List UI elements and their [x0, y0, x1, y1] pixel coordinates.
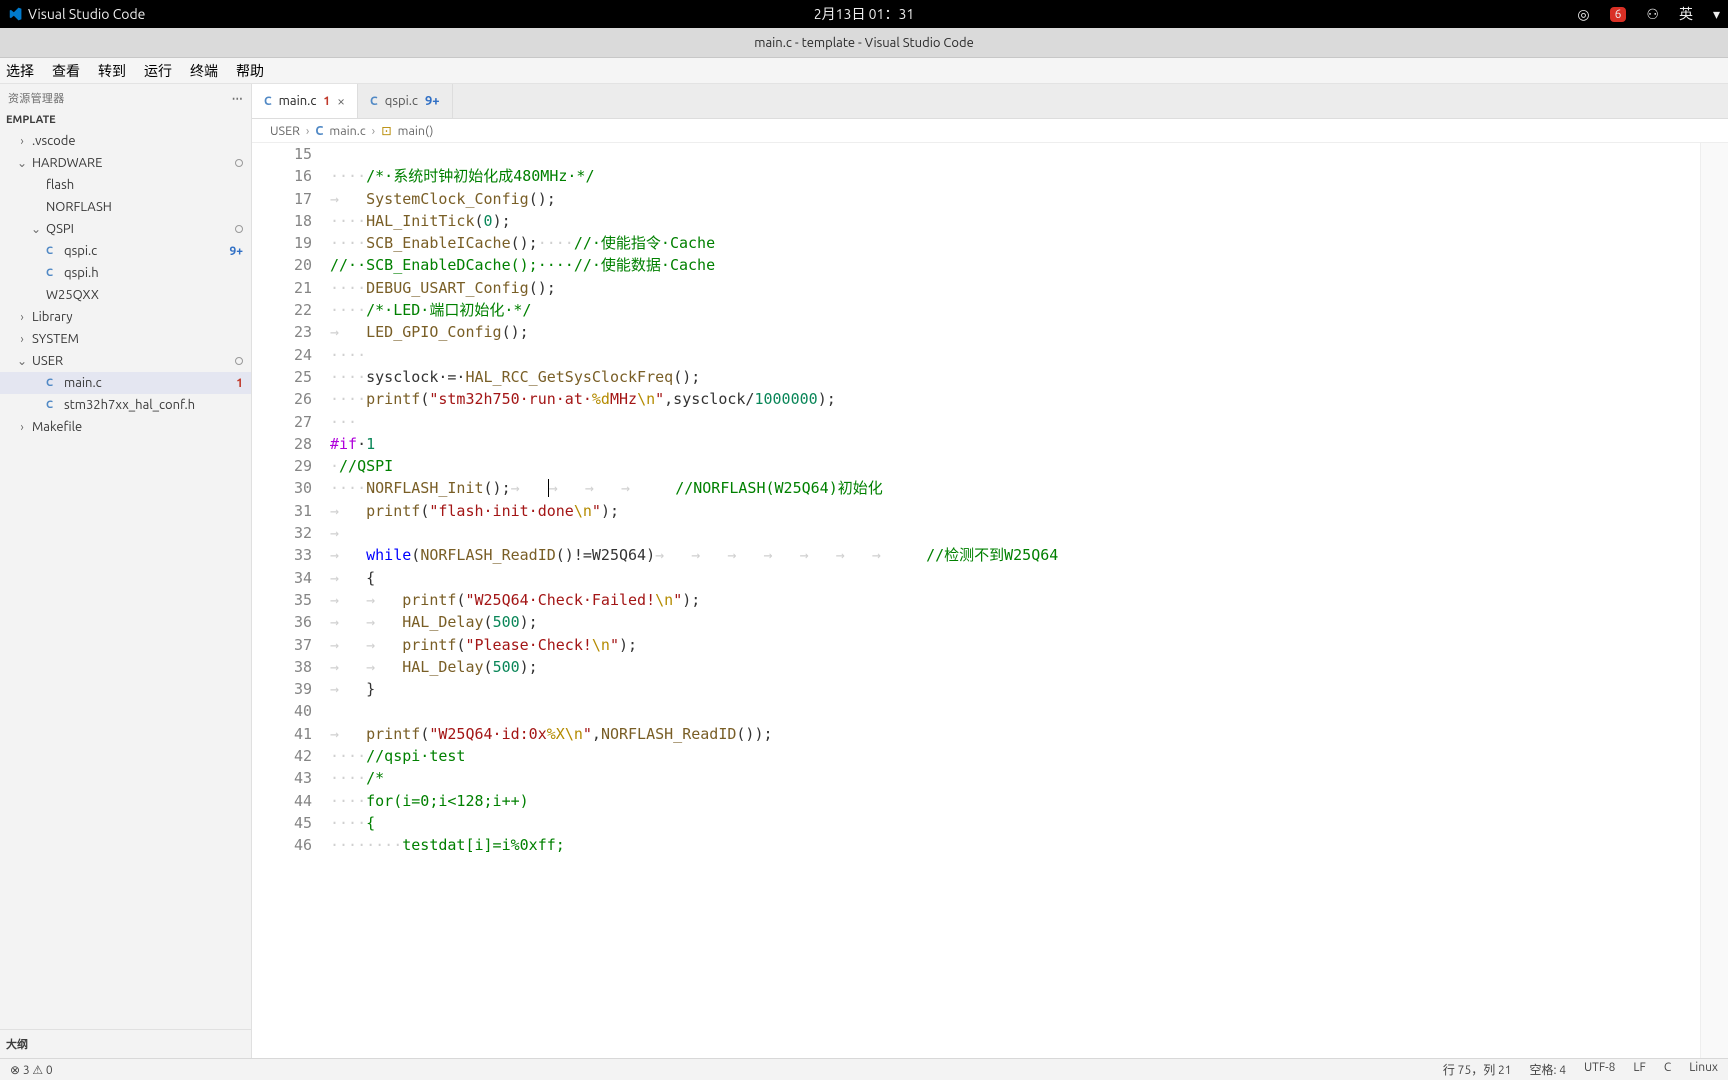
tree-item-user[interactable]: ⌄USER [0, 350, 251, 372]
status-spaces[interactable]: 空格: 4 [1530, 1061, 1566, 1078]
accessibility-icon[interactable]: ⚇ [1646, 6, 1659, 23]
code-lines[interactable]: ····/*·系统时钟初始化成480MHz·*/→ SystemClock_Co… [330, 143, 1728, 1058]
explorer-title: 资源管理器 [8, 90, 65, 106]
status-lang[interactable]: C [1664, 1061, 1671, 1078]
tree-item-qspi-h[interactable]: Cqspi.h [0, 262, 251, 284]
menu-view[interactable]: 查看 [52, 61, 80, 81]
c-file-icon: C [46, 399, 60, 411]
status-encoding[interactable]: UTF-8 [1584, 1061, 1615, 1078]
app-name: Visual Studio Code [28, 6, 145, 22]
tab-qspi-c[interactable]: C qspi.c 9+ [358, 84, 453, 118]
tree-item-makefile[interactable]: ›Makefile [0, 416, 251, 438]
tree-item-library[interactable]: ›Library [0, 306, 251, 328]
tree-item-norflash[interactable]: NORFLASH [0, 196, 251, 218]
c-file-icon: C [46, 377, 60, 389]
menu-select[interactable]: 选择 [6, 61, 34, 81]
breadcrumb-file[interactable]: main.c [329, 124, 365, 138]
menu-terminal[interactable]: 终端 [190, 61, 218, 81]
window-title: main.c - template - Visual Studio Code [0, 28, 1728, 58]
editor-area: C main.c 1 × C qspi.c 9+ USER › C main.c… [252, 84, 1728, 1058]
breadcrumb[interactable]: USER › C main.c › ⊡ main() [252, 119, 1728, 143]
tree-item-w25qxx[interactable]: W25QXX [0, 284, 251, 306]
tab-main-c[interactable]: C main.c 1 × [252, 84, 358, 118]
ime-indicator[interactable]: 英 [1679, 4, 1693, 24]
tree-item-system[interactable]: ›SYSTEM [0, 328, 251, 350]
c-file-icon: C [264, 95, 272, 108]
explorer-sidebar: 资源管理器 ⋯ EMPLATE ›.vscode⌄HARDWAREflashNO… [0, 84, 252, 1058]
file-tree: ›.vscode⌄HARDWAREflashNORFLASH⌄QSPICqspi… [0, 130, 251, 1029]
menu-bar[interactable]: 选择 查看 转到 运行 终端 帮助 [0, 58, 1728, 84]
code-editor[interactable]: 1516171819202122232425262728293031323334… [252, 143, 1728, 1058]
menu-run[interactable]: 运行 [144, 61, 172, 81]
c-file-icon: C [315, 124, 323, 138]
function-icon: ⊡ [381, 123, 391, 138]
minimap[interactable] [1700, 143, 1728, 1058]
breadcrumb-folder[interactable]: USER [270, 124, 300, 138]
status-cursor[interactable]: 行 75，列 21 [1443, 1061, 1512, 1078]
system-menu-bar: Visual Studio Code 2月13日 01：31 ◎ 6 ⚇ 英 ▾ [0, 0, 1728, 28]
notification-badge[interactable]: 6 [1610, 7, 1627, 22]
breadcrumb-symbol[interactable]: main() [398, 124, 434, 138]
status-eol[interactable]: LF [1633, 1061, 1645, 1078]
menu-help[interactable]: 帮助 [236, 61, 264, 81]
close-icon[interactable]: × [337, 93, 345, 109]
outline-section[interactable]: 大纲 [0, 1029, 251, 1058]
explorer-more-icon[interactable]: ⋯ [232, 92, 243, 105]
line-gutter: 1516171819202122232425262728293031323334… [252, 143, 330, 1058]
system-clock: 2月13日 01：31 [814, 4, 914, 24]
tree-item-hardware[interactable]: ⌄HARDWARE [0, 152, 251, 174]
status-errors[interactable]: ⊗ 3 ⚠ 0 [10, 1063, 53, 1077]
c-file-icon: C [46, 245, 60, 257]
tree-item-stm32h7xx-hal-conf-h[interactable]: Cstm32h7xx_hal_conf.h [0, 394, 251, 416]
statusbar: ⊗ 3 ⚠ 0 行 75，列 21 空格: 4 UTF-8 LF C Linux [0, 1058, 1728, 1080]
c-file-icon: C [46, 267, 60, 279]
tree-item--vscode[interactable]: ›.vscode [0, 130, 251, 152]
tree-item-qspi-c[interactable]: Cqspi.c9+ [0, 240, 251, 262]
network-icon[interactable]: ▾ [1713, 6, 1720, 23]
editor-tabs: C main.c 1 × C qspi.c 9+ [252, 84, 1728, 119]
tree-item-qspi[interactable]: ⌄QSPI [0, 218, 251, 240]
app-indicator: Visual Studio Code [8, 6, 145, 22]
tree-item-main-c[interactable]: Cmain.c1 [0, 372, 251, 394]
tree-item-flash[interactable]: flash [0, 174, 251, 196]
menu-go[interactable]: 转到 [98, 61, 126, 81]
vscode-icon [8, 7, 22, 21]
status-os[interactable]: Linux [1689, 1061, 1718, 1078]
project-name[interactable]: EMPLATE [0, 112, 251, 130]
c-file-icon: C [370, 95, 378, 108]
screen-record-icon[interactable]: ◎ [1577, 6, 1589, 23]
